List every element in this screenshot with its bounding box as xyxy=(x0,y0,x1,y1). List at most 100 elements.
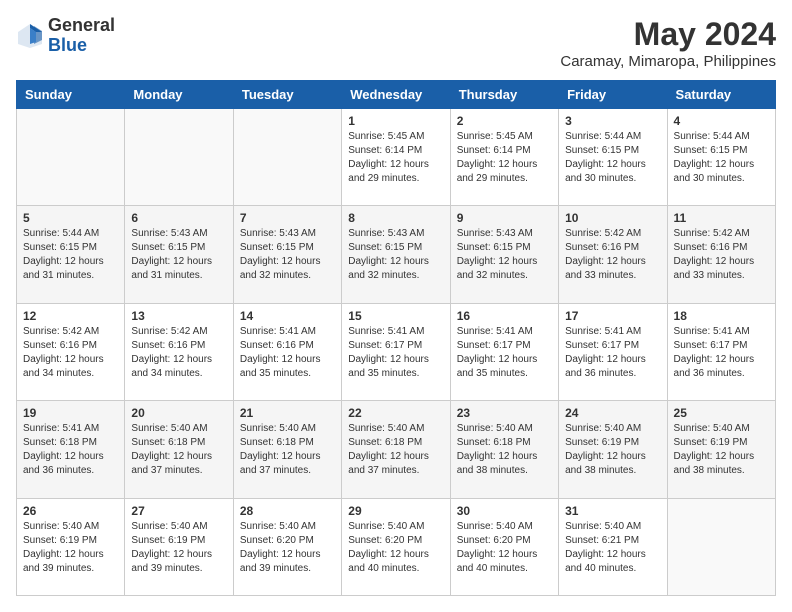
logo-text: General Blue xyxy=(48,16,115,56)
day-number: 15 xyxy=(348,309,443,323)
calendar-cell-w2-d6: 11 Sunrise: 5:42 AM Sunset: 6:16 PM Dayli… xyxy=(667,206,775,303)
day-info: Sunrise: 5:43 AM Sunset: 6:15 PM Dayligh… xyxy=(457,227,552,283)
calendar-cell-w3-d2: 14 Sunrise: 5:41 AM Sunset: 6:16 PM Dayli… xyxy=(233,303,341,400)
day-info: Sunrise: 5:40 AM Sunset: 6:20 PM Dayligh… xyxy=(240,520,335,576)
day-number: 22 xyxy=(348,406,443,420)
calendar-cell-w4-d1: 20 Sunrise: 5:40 AM Sunset: 6:18 PM Dayli… xyxy=(125,401,233,498)
day-number: 12 xyxy=(23,309,118,323)
calendar-cell-w3-d5: 17 Sunrise: 5:41 AM Sunset: 6:17 PM Dayli… xyxy=(559,303,667,400)
day-number: 3 xyxy=(565,114,660,128)
calendar-cell-w4-d0: 19 Sunrise: 5:41 AM Sunset: 6:18 PM Dayli… xyxy=(17,401,125,498)
calendar-cell-w5-d3: 29 Sunrise: 5:40 AM Sunset: 6:20 PM Dayli… xyxy=(342,498,450,595)
day-number: 17 xyxy=(565,309,660,323)
day-info: Sunrise: 5:44 AM Sunset: 6:15 PM Dayligh… xyxy=(23,227,118,283)
day-info: Sunrise: 5:40 AM Sunset: 6:18 PM Dayligh… xyxy=(240,422,335,478)
day-info: Sunrise: 5:45 AM Sunset: 6:14 PM Dayligh… xyxy=(348,130,443,186)
day-number: 2 xyxy=(457,114,552,128)
logo-icon xyxy=(16,22,44,50)
calendar: Sunday Monday Tuesday Wednesday Thursday… xyxy=(16,80,776,596)
calendar-cell-w1-d1 xyxy=(125,109,233,206)
day-number: 16 xyxy=(457,309,552,323)
day-number: 4 xyxy=(674,114,769,128)
day-number: 8 xyxy=(348,211,443,225)
calendar-cell-w1-d2 xyxy=(233,109,341,206)
calendar-cell-w2-d4: 9 Sunrise: 5:43 AM Sunset: 6:15 PM Daylig… xyxy=(450,206,558,303)
day-info: Sunrise: 5:40 AM Sunset: 6:19 PM Dayligh… xyxy=(23,520,118,576)
day-number: 23 xyxy=(457,406,552,420)
calendar-cell-w2-d0: 5 Sunrise: 5:44 AM Sunset: 6:15 PM Daylig… xyxy=(17,206,125,303)
col-thursday: Thursday xyxy=(450,81,558,109)
logo-blue-text: Blue xyxy=(48,36,115,56)
calendar-cell-w2-d1: 6Sunrise: 5:43 AM Sunset: 6:15 PM Daylig… xyxy=(125,206,233,303)
day-number: 20 xyxy=(131,406,226,420)
day-info: Sunrise: 5:43 AM Sunset: 6:15 PM Dayligh… xyxy=(240,227,335,283)
day-number: 21 xyxy=(240,406,335,420)
day-info: Sunrise: 5:40 AM Sunset: 6:18 PM Dayligh… xyxy=(348,422,443,478)
day-number: 27 xyxy=(131,504,226,518)
col-saturday: Saturday xyxy=(667,81,775,109)
day-info: Sunrise: 5:43 AM Sunset: 6:15 PM Dayligh… xyxy=(348,227,443,283)
day-number: 26 xyxy=(23,504,118,518)
calendar-cell-w5-d1: 27Sunrise: 5:40 AM Sunset: 6:19 PM Dayli… xyxy=(125,498,233,595)
calendar-cell-w3-d0: 12Sunrise: 5:42 AM Sunset: 6:16 PM Dayli… xyxy=(17,303,125,400)
title-section: May 2024 Caramay, Mimaropa, Philippines xyxy=(560,16,776,70)
day-info: Sunrise: 5:45 AM Sunset: 6:14 PM Dayligh… xyxy=(457,130,552,186)
day-number: 24 xyxy=(565,406,660,420)
day-number: 7 xyxy=(240,211,335,225)
day-info: Sunrise: 5:42 AM Sunset: 6:16 PM Dayligh… xyxy=(565,227,660,283)
main-title: May 2024 xyxy=(560,16,776,53)
day-info: Sunrise: 5:40 AM Sunset: 6:20 PM Dayligh… xyxy=(348,520,443,576)
day-info: Sunrise: 5:40 AM Sunset: 6:18 PM Dayligh… xyxy=(457,422,552,478)
day-number: 5 xyxy=(23,211,118,225)
col-tuesday: Tuesday xyxy=(233,81,341,109)
day-number: 10 xyxy=(565,211,660,225)
calendar-cell-w2-d3: 8 Sunrise: 5:43 AM Sunset: 6:15 PM Daylig… xyxy=(342,206,450,303)
calendar-cell-w3-d1: 13 Sunrise: 5:42 AM Sunset: 6:16 PM Dayli… xyxy=(125,303,233,400)
calendar-cell-w2-d2: 7 Sunrise: 5:43 AM Sunset: 6:15 PM Daylig… xyxy=(233,206,341,303)
day-info: Sunrise: 5:41 AM Sunset: 6:17 PM Dayligh… xyxy=(565,325,660,381)
calendar-cell-w1-d0 xyxy=(17,109,125,206)
header: General Blue May 2024 Caramay, Mimaropa,… xyxy=(16,16,776,70)
calendar-header-row: Sunday Monday Tuesday Wednesday Thursday… xyxy=(17,81,776,109)
day-info: Sunrise: 5:41 AM Sunset: 6:17 PM Dayligh… xyxy=(674,325,769,381)
day-info: Sunrise: 5:41 AM Sunset: 6:16 PM Dayligh… xyxy=(240,325,335,381)
calendar-cell-w3-d3: 15 Sunrise: 5:41 AM Sunset: 6:17 PM Dayli… xyxy=(342,303,450,400)
day-info: Sunrise: 5:40 AM Sunset: 6:20 PM Dayligh… xyxy=(457,520,552,576)
day-number: 19 xyxy=(23,406,118,420)
day-number: 31 xyxy=(565,504,660,518)
calendar-cell-w5-d2: 28 Sunrise: 5:40 AM Sunset: 6:20 PM Dayli… xyxy=(233,498,341,595)
day-number: 30 xyxy=(457,504,552,518)
day-info: Sunrise: 5:41 AM Sunset: 6:17 PM Dayligh… xyxy=(457,325,552,381)
calendar-cell-w5-d6 xyxy=(667,498,775,595)
calendar-cell-w3-d4: 16 Sunrise: 5:41 AM Sunset: 6:17 PM Dayli… xyxy=(450,303,558,400)
day-number: 1 xyxy=(348,114,443,128)
calendar-cell-w4-d6: 25Sunrise: 5:40 AM Sunset: 6:19 PM Dayli… xyxy=(667,401,775,498)
day-number: 11 xyxy=(674,211,769,225)
col-wednesday: Wednesday xyxy=(342,81,450,109)
calendar-cell-w2-d5: 10 Sunrise: 5:42 AM Sunset: 6:16 PM Dayli… xyxy=(559,206,667,303)
day-info: Sunrise: 5:40 AM Sunset: 6:18 PM Dayligh… xyxy=(131,422,226,478)
day-info: Sunrise: 5:40 AM Sunset: 6:19 PM Dayligh… xyxy=(565,422,660,478)
calendar-cell-w4-d4: 23 Sunrise: 5:40 AM Sunset: 6:18 PM Dayli… xyxy=(450,401,558,498)
day-number: 29 xyxy=(348,504,443,518)
day-info: Sunrise: 5:42 AM Sunset: 6:16 PM Dayligh… xyxy=(131,325,226,381)
calendar-cell-w1-d5: 3Sunrise: 5:44 AM Sunset: 6:15 PM Daylig… xyxy=(559,109,667,206)
day-number: 28 xyxy=(240,504,335,518)
calendar-week-3: 12 Sunrise: 5:42 AM Sunset: 6:16 PM Dayli… xyxy=(17,303,776,400)
day-number: 13 xyxy=(131,309,226,323)
calendar-cell-w1-d6: 4 Sunrise: 5:44 AM Sunset: 6:15 PM Daylig… xyxy=(667,109,775,206)
calendar-cell-w4-d3: 22 Sunrise: 5:40 AM Sunset: 6:18 PM Dayli… xyxy=(342,401,450,498)
calendar-cell-w5-d5: 31Sunrise: 5:40 AM Sunset: 6:21 PM Dayli… xyxy=(559,498,667,595)
page: General Blue May 2024 Caramay, Mimaropa,… xyxy=(0,0,792,612)
col-monday: Monday xyxy=(125,81,233,109)
subtitle: Caramay, Mimaropa, Philippines xyxy=(560,53,776,70)
day-info: Sunrise: 5:41 AM Sunset: 6:18 PM Dayligh… xyxy=(23,422,118,478)
day-info: Sunrise: 5:42 AM Sunset: 6:16 PM Dayligh… xyxy=(674,227,769,283)
calendar-cell-w5-d0: 26 Sunrise: 5:40 AM Sunset: 6:19 PM Dayli… xyxy=(17,498,125,595)
calendar-week-1: 1 Sunrise: 5:45 AM Sunset: 6:14 PM Daylig… xyxy=(17,109,776,206)
day-number: 9 xyxy=(457,211,552,225)
day-number: 14 xyxy=(240,309,335,323)
day-info: Sunrise: 5:41 AM Sunset: 6:17 PM Dayligh… xyxy=(348,325,443,381)
day-info: Sunrise: 5:44 AM Sunset: 6:15 PM Dayligh… xyxy=(674,130,769,186)
calendar-cell-w4-d5: 24 Sunrise: 5:40 AM Sunset: 6:19 PM Dayli… xyxy=(559,401,667,498)
